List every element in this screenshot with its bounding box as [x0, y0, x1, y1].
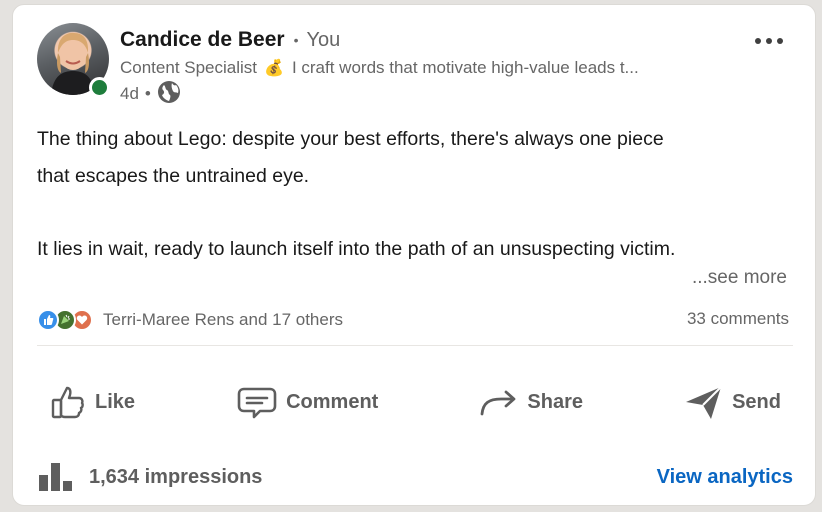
post-card: Candice de Beer • You Content Specialist…: [12, 4, 816, 506]
post-body-line: It lies in wait, ready to launch itself …: [37, 237, 676, 260]
more-dot: [755, 38, 761, 44]
view-analytics-link[interactable]: View analytics: [657, 466, 793, 489]
headline-prefix: Content Specialist: [120, 58, 258, 77]
post-body: The thing about Lego: despite your best …: [37, 121, 797, 267]
comment-icon: [237, 387, 277, 419]
share-arrow-icon: [481, 390, 516, 416]
connection-degree: You: [306, 28, 341, 51]
share-label: Share: [527, 390, 584, 413]
impressions: 1,634 impressions: [37, 461, 262, 493]
thumbs-up-icon: [51, 386, 84, 419]
reactions-summary[interactable]: Terri-Maree Rens and 17 others: [37, 307, 343, 333]
money-bag-emoji: 💰: [264, 60, 284, 77]
more-dot: [777, 38, 783, 44]
send-button[interactable]: Send: [672, 374, 793, 430]
see-more-link[interactable]: ...see more: [692, 267, 787, 289]
more-options-button[interactable]: [747, 27, 791, 55]
comment-label: Comment: [286, 390, 379, 413]
meta-separator: •: [144, 84, 151, 103]
post-body-line: that escapes the untrained eye.: [37, 164, 310, 187]
bar-chart-icon: [39, 463, 72, 491]
like-reaction-icon: [37, 309, 59, 331]
post-age: 4d: [120, 84, 139, 103]
post-body-line: The thing about Lego: despite your best …: [37, 128, 664, 150]
reactions-text: Terri-Maree Rens and 17 others: [103, 310, 344, 329]
share-button[interactable]: Share: [467, 374, 595, 430]
send-label: Send: [732, 390, 781, 413]
like-label: Like: [95, 390, 136, 413]
post-body-blank-line: [37, 194, 797, 231]
comments-count-link[interactable]: 33 comments: [687, 309, 789, 329]
post-meta: 4d •: [120, 80, 181, 108]
reaction-icons: [37, 308, 99, 332]
headline-rest: I craft words that motivate high-value l…: [291, 58, 639, 77]
like-button[interactable]: Like: [37, 374, 147, 430]
post-analytics-footer: 1,634 impressions View analytics: [37, 457, 793, 497]
action-bar: Like Comment Share Send: [37, 371, 793, 433]
name-separator: •: [293, 32, 299, 48]
author-name[interactable]: Candice de Beer: [120, 28, 285, 52]
more-dot: [766, 38, 772, 44]
divider: [37, 345, 793, 346]
comment-button[interactable]: Comment: [224, 374, 390, 430]
online-status-dot: [89, 77, 110, 98]
send-paper-plane-icon: [686, 386, 722, 419]
author-line: Candice de Beer • You: [120, 27, 340, 53]
globe-icon: [157, 80, 181, 109]
author-headline: Content Specialist 💰 I craft words that …: [120, 55, 730, 81]
impressions-count: 1,634 impressions: [89, 465, 263, 488]
